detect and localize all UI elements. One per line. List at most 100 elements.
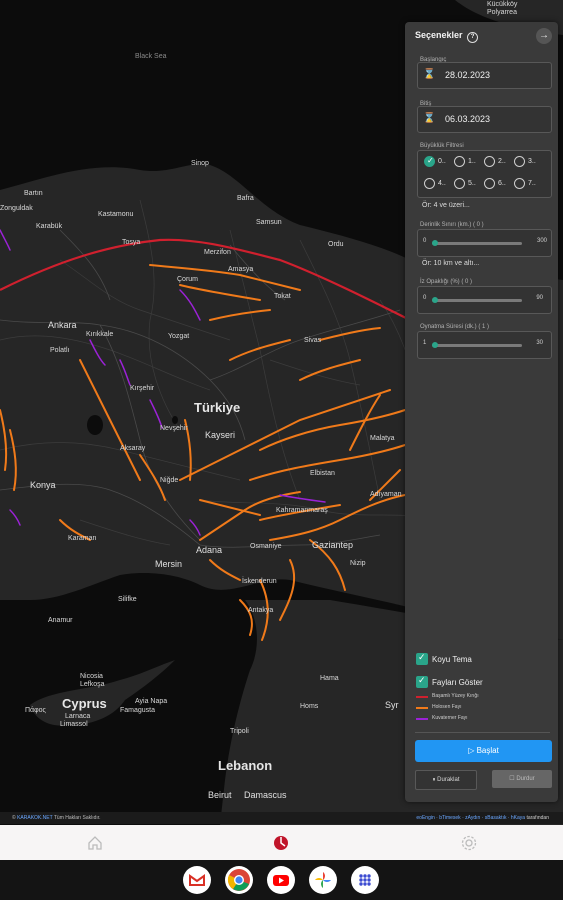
options-panel: Seçenekler ? → Başlangıç ⌛ 28.02.2023 Bi…: [405, 22, 558, 802]
panel-title: Seçenekler ?: [415, 30, 479, 43]
label-osmaniye: Osmaniye: [250, 543, 282, 550]
label-syria: Syr: [385, 700, 399, 710]
label-ayia-napa: Ayia Napa: [135, 698, 167, 705]
label-konya: Konya: [30, 480, 56, 490]
depth-track[interactable]: [432, 242, 522, 245]
depth-slider[interactable]: 0 300: [417, 229, 552, 257]
pause-button[interactable]: ⏸ Duraklat: [415, 770, 477, 790]
label-black-sea: Black Sea: [135, 53, 167, 60]
label-nigde: Niğde: [160, 477, 178, 484]
magnitude-checkbox-label: 7..: [528, 180, 536, 187]
help-circle-icon[interactable]: ?: [467, 32, 479, 43]
attribution-bar: © KARAKOK.NET Tüm Hakları Saklıdır. eoEn…: [0, 812, 563, 824]
arrow-right-circle-icon[interactable]: →: [536, 28, 552, 44]
opacity-label: İz Opaklığı (%) ( 0 ): [420, 279, 473, 285]
label-silifke: Silifke: [118, 596, 137, 603]
gear-icon[interactable]: [460, 834, 478, 852]
apps-grid-icon[interactable]: [351, 866, 379, 894]
legend-swatch-holocene: [416, 707, 428, 709]
opacity-slider[interactable]: 0 90: [417, 286, 552, 314]
magnitude-checkbox[interactable]: [454, 156, 465, 167]
duration-track[interactable]: [432, 344, 522, 347]
start-button[interactable]: ▷ Başlat: [415, 740, 552, 762]
hourglass-icon: ⌛: [423, 113, 436, 124]
start-date-field[interactable]: ⌛ 28.02.2023: [417, 62, 552, 89]
magnitude-filter: 0.. 1.. 2.. 3.. 4.. 5.. 6.. 7..: [417, 150, 552, 198]
magnitude-checkbox-label: 2..: [498, 158, 506, 165]
stop-button[interactable]: ☐ Durdur: [492, 770, 552, 788]
label-nizip: Nizip: [350, 560, 366, 567]
magnitude-filter-label: Büyüklük Filtresi: [420, 143, 464, 149]
credits-links[interactable]: eoEngin · bTimesek · zAydın · sBasaktık …: [416, 815, 525, 821]
label-ordu: Ordu: [328, 241, 344, 248]
label-turkey: Türkiye: [194, 400, 240, 415]
magnitude-checkbox[interactable]: [454, 178, 465, 189]
magnitude-checkbox-label: 3..: [528, 158, 536, 165]
magnitude-checkbox[interactable]: [484, 156, 495, 167]
dark-theme-label: Koyu Tema: [432, 655, 472, 664]
magnitude-checkbox[interactable]: [484, 178, 495, 189]
panel-divider: [415, 732, 550, 733]
label-lefkosa: Lefkoşa: [80, 681, 105, 688]
magnitude-checkbox-label: 6..: [498, 180, 506, 187]
duration-min: 1: [423, 340, 427, 346]
label-ankara: Ankara: [48, 320, 77, 330]
magnitude-checkbox-label: 0..: [438, 158, 446, 165]
home-icon[interactable]: [86, 834, 104, 852]
depth-min: 0: [423, 238, 427, 244]
label-corum: Çorum: [177, 276, 198, 283]
magnitude-checkbox[interactable]: [424, 156, 435, 167]
duration-slider[interactable]: 1 30: [417, 331, 552, 359]
label-bartin: Bartın: [24, 190, 43, 197]
photos-icon[interactable]: [309, 866, 337, 894]
start-date-value: 28.02.2023: [445, 70, 491, 80]
magnitude-checkbox[interactable]: [424, 178, 435, 189]
legend-swatch-rupture: [416, 696, 428, 698]
label-limassol: Limassol: [60, 721, 88, 728]
label-kucukkoy: Kücükköy: [487, 1, 518, 8]
label-famagusta: Famagusta: [120, 707, 155, 714]
label-kastamonu: Kastamonu: [98, 211, 134, 218]
gmail-icon[interactable]: [183, 866, 211, 894]
copyright-rest: Tüm Hakları Saklıdır.: [53, 815, 101, 821]
label-aksaray: Aksaray: [120, 445, 146, 452]
dark-theme-checkbox[interactable]: [416, 652, 428, 665]
label-nicosia: Nicosia: [80, 673, 103, 680]
copyright-text: © KARAKOK.NET Tüm Hakları Saklıdır.: [12, 815, 101, 821]
label-polyarrea: Polyarrea: [487, 9, 517, 16]
label-anamur: Anamur: [48, 617, 73, 624]
magnitude-note: Ör: 4 ve üzeri...: [422, 202, 470, 209]
youtube-icon[interactable]: [267, 866, 295, 894]
legend-swatch-quaternary: [416, 718, 428, 720]
copyright-brand-link[interactable]: KARAKOK.NET: [17, 815, 52, 821]
end-date-field[interactable]: ⌛ 06.03.2023: [417, 106, 552, 133]
label-adiyaman: Adıyaman: [370, 491, 402, 498]
label-homs: Homs: [300, 703, 319, 710]
app-dock: [0, 860, 563, 900]
show-faults-label: Fayları Göster: [432, 678, 483, 687]
label-cyprus: Cyprus: [62, 696, 107, 711]
label-tripoli: Tripoli: [230, 728, 249, 735]
label-merzifon: Merzifon: [204, 249, 231, 256]
label-gaziantep: Gaziantep: [312, 540, 353, 550]
magnitude-checkbox-label: 4..: [438, 180, 446, 187]
label-damascus: Damascus: [244, 790, 287, 800]
depth-label: Derinlik Sınırı (km.) ( 0 ): [420, 222, 484, 228]
opacity-knob[interactable]: [432, 297, 438, 303]
label-yozgat: Yozgat: [168, 333, 189, 340]
duration-knob[interactable]: [432, 342, 438, 348]
magnitude-checkbox[interactable]: [514, 178, 525, 189]
label-kayseri: Kayseri: [205, 430, 235, 440]
label-karaman: Karaman: [68, 535, 97, 542]
label-larnaca: Larnaca: [65, 713, 90, 720]
duration-label: Oynatma Süresi (dk.) ( 1 ): [420, 324, 490, 330]
depth-knob[interactable]: [432, 240, 438, 246]
label-nevsehir: Nevşehir: [160, 425, 188, 432]
app-logo-icon[interactable]: [272, 834, 290, 852]
chrome-icon[interactable]: [225, 866, 253, 894]
show-faults-checkbox[interactable]: [416, 675, 428, 688]
opacity-track[interactable]: [432, 299, 522, 302]
label-lebanon: Lebanon: [218, 758, 272, 773]
opacity-max: 90: [536, 295, 543, 301]
magnitude-checkbox[interactable]: [514, 156, 525, 167]
